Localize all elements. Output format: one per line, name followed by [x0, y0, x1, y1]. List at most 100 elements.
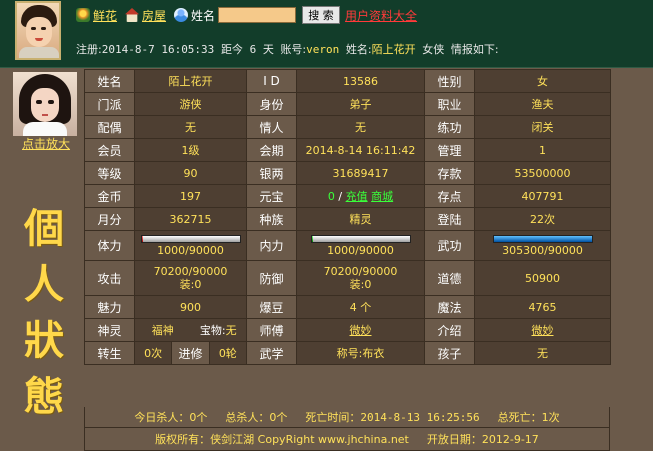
cell-value: 闭关 — [474, 115, 611, 139]
hp-value: 1000/90000 — [157, 243, 224, 257]
user-icon — [174, 8, 189, 22]
cell-value: 游侠 — [134, 92, 247, 116]
cell-value: 无 — [134, 115, 247, 139]
master-cell: 微妙 — [296, 318, 425, 342]
cell-label: 管理 — [424, 138, 475, 162]
spirit-cell: 福神 宝物: 无 — [134, 318, 247, 342]
flower-link[interactable]: 鲜花 — [93, 7, 117, 24]
mall-link[interactable]: 商城 — [371, 190, 393, 203]
intro-link[interactable]: 微妙 — [532, 324, 554, 337]
cell-label: 存款 — [424, 161, 475, 185]
title-label: 称号: — [336, 347, 363, 360]
search-button[interactable]: 搜 索 — [302, 6, 341, 24]
character-portrait[interactable] — [13, 72, 77, 136]
cell-label: 武功 — [424, 230, 475, 261]
table-row: 魅力 900 爆豆 4 个 魔法 4765 — [84, 295, 611, 319]
title-char-1: 個 — [24, 205, 64, 252]
cell-label: 姓名 — [84, 69, 135, 93]
intro-cell: 微妙 — [474, 318, 611, 342]
player-avatar[interactable] — [15, 1, 61, 60]
cell-value: 弟子 — [296, 92, 425, 116]
cell-label: 道德 — [424, 260, 475, 296]
cell-label: 等级 — [84, 161, 135, 185]
reborn-cell: 0次 进修 0轮 — [134, 341, 247, 365]
cell-label: 会员 — [84, 138, 135, 162]
reborn-value: 0次 — [144, 347, 163, 360]
cell-label: 师傅 — [246, 318, 297, 342]
table-row: 会员 1级 会期 2014-8-14 16:11:42 管理 1 — [84, 138, 611, 162]
cell-value: 22次 — [474, 207, 611, 231]
title-char-4: 態 — [24, 373, 64, 420]
title-char-2: 人 — [24, 261, 64, 308]
table-row: 月分 362715 种族 精灵 登陆 22次 — [84, 207, 611, 231]
point-value: 407791 — [474, 184, 611, 208]
cell-label: 魔法 — [424, 295, 475, 319]
gender-title: 女侠 — [422, 43, 445, 56]
cell-label: 体力 — [84, 230, 135, 261]
cell-value: 精灵 — [296, 207, 425, 231]
cell-value: 362715 — [134, 207, 247, 231]
cell-value: 1 — [474, 138, 611, 162]
days-unit: 天 — [262, 43, 274, 56]
cell-value: 陌上花开 — [134, 69, 247, 93]
table-row: 神灵 福神 宝物: 无 师傅 微妙 介绍 微妙 — [84, 318, 611, 342]
kill-total: 总杀人：0个 — [225, 411, 288, 424]
yuanbao-cell: 0 / 充值 商城 — [296, 184, 425, 208]
info-name-value: 陌上花开 — [371, 43, 416, 56]
house-icon[interactable] — [125, 8, 140, 22]
separator: / — [338, 190, 343, 203]
account-value: veron — [306, 43, 340, 56]
title-value: 布衣 — [362, 347, 385, 360]
house-link[interactable]: 房屋 — [142, 7, 166, 24]
table-row: 等级 90 银两 31689417 存款 53500000 — [84, 161, 611, 185]
since-days: 6 — [249, 43, 257, 56]
table-row: 姓名 陌上花开 I D 13586 性别 女 — [84, 69, 611, 93]
cell-label: 内力 — [246, 230, 297, 261]
cell-label: 会期 — [246, 138, 297, 162]
cell-label: 攻击 — [84, 260, 135, 296]
right-margin — [610, 69, 653, 451]
defense-value: 70200/90000 — [323, 265, 398, 278]
cell-value: 2014-8-14 16:11:42 — [296, 138, 425, 162]
name-label: 姓名 — [191, 8, 216, 23]
cell-label: 存点 — [424, 184, 475, 208]
cell-label: 武学 — [246, 341, 297, 365]
table-row: 体力 1000/90000 内力 1000/90000 武功 305300/90… — [84, 230, 611, 261]
cell-label: 防御 — [246, 260, 297, 296]
cell-value: 1级 — [134, 138, 247, 162]
table-row: 配偶 无 情人 无 练功 闭关 — [84, 115, 611, 139]
advance-label: 进修 — [171, 342, 210, 364]
cell-label: 孩子 — [424, 341, 475, 365]
martial-bar — [492, 234, 593, 243]
cell-label: 元宝 — [246, 184, 297, 208]
attack-cell: 70200/90000 装:0 — [134, 260, 247, 296]
table-row: 门派 游侠 身份 弟子 职业 渔夫 — [84, 92, 611, 116]
spirit-value: 福神 — [151, 324, 174, 337]
recharge-link[interactable]: 充值 — [346, 190, 368, 203]
cell-value: 4 个 — [296, 295, 425, 319]
cell-label: 银两 — [246, 161, 297, 185]
personal-status-title: 個 人 狀 態 — [14, 201, 74, 425]
martial-value: 305300/90000 — [502, 243, 583, 257]
cell-value: 女 — [474, 69, 611, 93]
name-search-input[interactable] — [218, 7, 297, 23]
cell-value: 13586 — [296, 69, 425, 93]
cell-label: 职业 — [424, 92, 475, 116]
death-total: 总死亡：1次 — [497, 411, 560, 424]
cell-label: 魅力 — [84, 295, 135, 319]
open-date: 开放日期：2012-9-17 — [426, 433, 539, 446]
mp-cell: 1000/90000 — [296, 230, 425, 261]
mp-bar — [310, 234, 411, 243]
cell-value: 无 — [296, 115, 425, 139]
user-directory-link[interactable]: 用户资料大全 — [345, 7, 417, 24]
master-link[interactable]: 微妙 — [350, 324, 372, 337]
flower-icon[interactable] — [76, 8, 90, 22]
child-value: 无 — [474, 341, 611, 365]
cell-label: 神灵 — [84, 318, 135, 342]
title-char-3: 狀 — [24, 317, 64, 364]
cell-label: I D — [246, 69, 297, 93]
cell-label: 金币 — [84, 184, 135, 208]
cell-value: 90 — [134, 161, 247, 185]
enlarge-link[interactable]: 点击放大 — [22, 135, 70, 152]
attack-equip: 装:0 — [179, 278, 202, 291]
